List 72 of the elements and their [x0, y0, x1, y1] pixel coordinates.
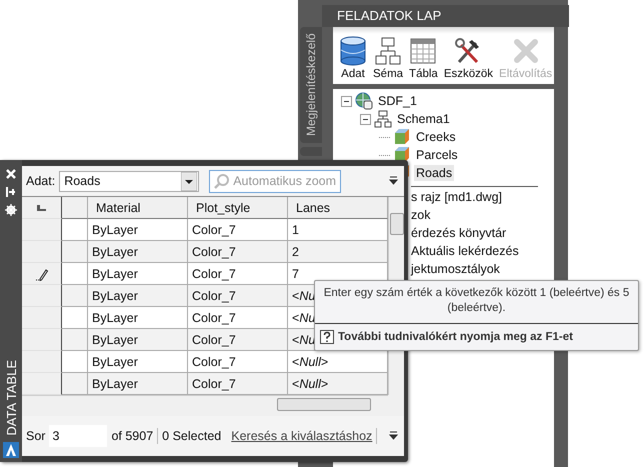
source-dropdown[interactable]: Roads [59, 170, 200, 192]
table-cell: Color_7 [188, 285, 288, 307]
row-header[interactable] [22, 329, 62, 351]
tree-item[interactable]: s rajz [md1.dwg] [411, 188, 502, 206]
table-cell [62, 241, 88, 263]
hierarchy-icon [374, 36, 402, 66]
row-header[interactable] [22, 263, 62, 285]
table-cell: Color_7 [188, 373, 288, 395]
logo-icon[interactable] [3, 442, 19, 458]
toolbar-button[interactable]: Eszközök [442, 36, 496, 80]
table-cell: ByLayer [88, 329, 188, 351]
tree-item[interactable]: SDF_1 [376, 93, 419, 109]
table-cell: <Null> [288, 373, 388, 395]
toolbar-button[interactable]: Adat [337, 36, 369, 80]
tree-item[interactable]: érdezés könyvtár [411, 224, 506, 242]
caret-icon [181, 172, 198, 190]
column-header[interactable]: Material [88, 197, 188, 219]
tree-item[interactable]: zok [411, 206, 430, 224]
tree-item[interactable]: Schema1 [395, 111, 452, 127]
table-cell [62, 285, 88, 307]
row-header[interactable] [22, 373, 62, 395]
row-label: Sor [26, 429, 46, 443]
tree-item[interactable]: jektumosztályok [411, 260, 500, 278]
tooltip-text: Enter egy szám érték a következők között 1 (beleértve) és 5 (beleértve). [315, 281, 638, 324]
row-header[interactable] [22, 197, 62, 219]
dropdown-arrow-icon[interactable] [389, 176, 398, 186]
side-tab[interactable]: Megjelenítéskezelő [300, 27, 322, 143]
toolbar-button[interactable]: Séma [371, 36, 406, 80]
row-header[interactable] [22, 307, 62, 329]
table-cell [62, 373, 88, 395]
help-icon [320, 330, 334, 344]
select-link[interactable]: Keresés a kiválasztáshoz [231, 429, 372, 443]
table-icon [409, 36, 438, 66]
toolbar-button[interactable]: Tábla [407, 36, 440, 80]
row-header[interactable] [22, 241, 62, 263]
table-cell: 2 [288, 241, 388, 263]
column-header[interactable]: Plot_style [188, 197, 288, 219]
table-cell: ByLayer [88, 373, 188, 395]
pin-icon[interactable] [5, 186, 17, 198]
panel-title: DATA TABLE [4, 360, 18, 436]
close-icon [512, 36, 540, 66]
collapse-icon[interactable] [341, 96, 352, 106]
hierarchy-icon [374, 110, 392, 128]
dropdown-arrow-icon[interactable] [389, 431, 398, 441]
table-cell: Color_7 [188, 241, 288, 263]
tree-item[interactable]: Roads [414, 165, 454, 181]
selected-count: 0 Selected [162, 429, 222, 443]
tree-item[interactable]: Aktuális lekérdezés [411, 242, 519, 260]
table-cell [62, 329, 88, 351]
close-icon[interactable] [5, 168, 17, 180]
cube-icon [393, 128, 411, 146]
pencil-icon [34, 266, 48, 280]
row-header[interactable] [22, 219, 62, 241]
settings-icon[interactable] [5, 204, 17, 216]
sort-icon [37, 204, 46, 210]
row-count: of 5907 [111, 429, 154, 443]
column-header[interactable]: Lanes [288, 197, 388, 219]
row-header[interactable] [22, 351, 62, 373]
search-icon [214, 173, 230, 189]
row-number-field[interactable]: 3 [49, 425, 108, 447]
source-label: Adat: [26, 174, 56, 188]
row-header[interactable] [22, 285, 62, 307]
table-cell: Color_7 [188, 329, 288, 351]
pane-title: FELADATOK LAP [322, 5, 570, 27]
tree-item[interactable]: Creeks [414, 129, 458, 145]
database-icon [339, 36, 367, 66]
horizontal-scrollbar[interactable] [22, 395, 388, 413]
collapse-icon[interactable] [360, 114, 371, 124]
table-cell: ByLayer [88, 285, 188, 307]
tree-item[interactable]: Parcels [414, 147, 460, 163]
table-cell: ByLayer [88, 241, 188, 263]
globe-icon [355, 92, 373, 110]
